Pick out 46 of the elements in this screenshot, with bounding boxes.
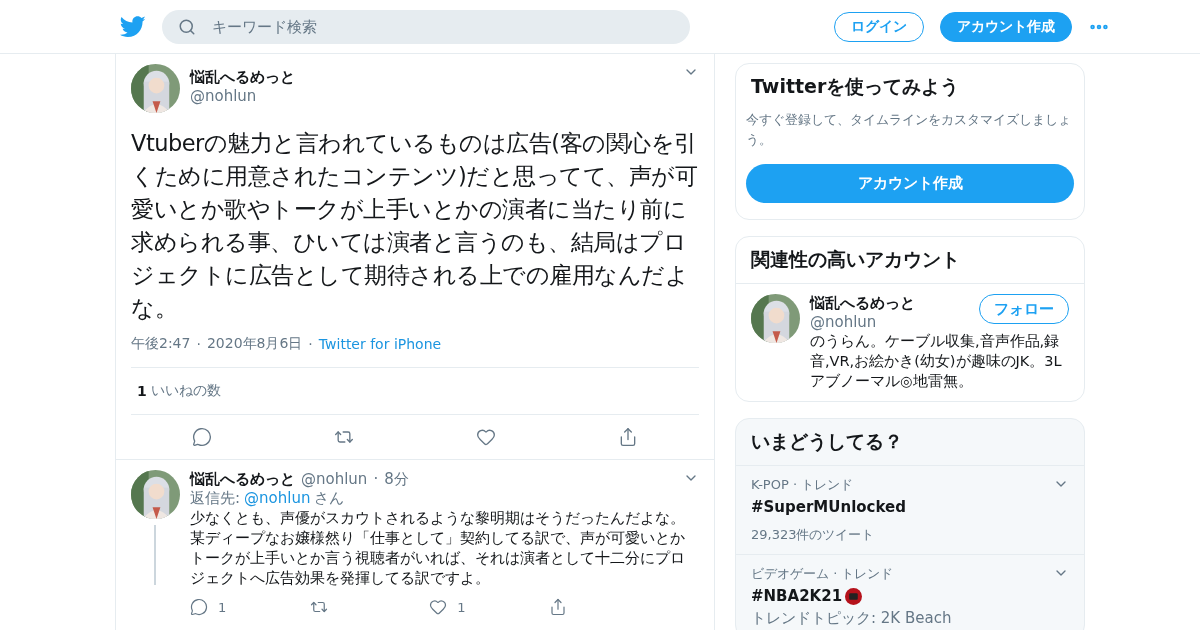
bird-logo-icon[interactable]	[120, 15, 146, 38]
author-name[interactable]: 悩乱へるめっと	[190, 470, 295, 489]
action-count: 1	[218, 599, 227, 615]
tweet-date[interactable]: 2020年8月6日	[206, 335, 303, 353]
tweet-count: 29,323件のツイート	[751, 526, 876, 544]
account-handle[interactable]: @nohlun	[810, 313, 979, 331]
signup-button[interactable]: アカウント作成	[940, 11, 1072, 42]
trend-context: K-POP · トレンド	[751, 476, 854, 494]
login-button[interactable]: ログイン	[834, 11, 924, 42]
separator-dot: ·	[373, 470, 379, 489]
card-title: Twitterを使ってみよう	[750, 74, 961, 99]
reply-to-suffix: さん	[314, 489, 345, 508]
card-title: いまどうしてる？	[750, 429, 904, 454]
account-bio: のうらん。ケーブル収集,音声作品,録音,VR,お絵かき(幼女)が趣味のJK。3Lアブノーマル◎地雷無。	[810, 332, 1063, 391]
reply-to-label: 返信先:	[190, 489, 241, 508]
author-handle[interactable]: @nohlun	[301, 470, 368, 489]
separator-dot: ·	[308, 336, 313, 352]
share-icon[interactable]	[618, 427, 638, 447]
search-icon	[178, 17, 196, 36]
source-link[interactable]: Twitter for iPhone	[318, 336, 442, 352]
account-name[interactable]: 悩乱へるめっと	[810, 294, 979, 313]
reply-icon[interactable]	[190, 598, 208, 616]
tweet-time[interactable]: 8分	[384, 470, 409, 489]
action-count: 1	[457, 599, 466, 615]
share-icon[interactable]	[548, 598, 567, 616]
signup-button[interactable]: アカウント作成	[746, 164, 1074, 203]
search-field[interactable]: キーワード検索	[162, 9, 690, 44]
like-icon[interactable]	[429, 598, 448, 616]
follow-button[interactable]: フォロー	[979, 294, 1069, 324]
trend-topic: トレンドトピック: 2K Beach	[751, 609, 953, 628]
like-count[interactable]: 1	[137, 383, 147, 399]
reply-icon[interactable]	[192, 427, 212, 447]
separator-dot: ·	[196, 336, 201, 352]
like-icon[interactable]	[476, 427, 496, 447]
reply-text: 少なくとも、声優がスカウトされるような黎明期はそうだったんだよな。某ディープなお嬢様然り「仕事として」契約してる訳で、声が可愛いとかトークが上手いとか言う視聴者がいれば、それは演者として十二分にプロジェクトへ広告効果を発揮してる訳ですよ。	[190, 509, 686, 588]
tweet-time[interactable]: 午後2:47	[131, 335, 191, 353]
card-title: 関連性の高いアカウント	[750, 247, 961, 272]
card-description: 今すぐ登録して、タイムラインをカスタマイズしましょう。	[745, 111, 1072, 149]
author-name[interactable]: 悩乱へるめっと	[190, 68, 673, 87]
tweet-text: Vtuberの魅力と言われているものは広告(客の関心を引くために用意されたコンテンツ)だと思ってて、声が可愛いとか歌やトークが上手いとかの演者に当たり前に求められる事、ひいては演者と言うのも、結局はプロジェクトに広告として期待される上での雇用なんだよな。	[131, 129, 699, 323]
trend-context: ビデオゲーム · トレンド	[751, 565, 894, 583]
trend-name[interactable]: #SuperMUnlocked	[751, 498, 1069, 516]
likes-label[interactable]: いいねの数	[150, 382, 221, 400]
trend-name[interactable]: #NBA2K21	[751, 587, 1069, 605]
reply-to-link[interactable]: @nohlun	[244, 489, 311, 508]
author-handle[interactable]: @nohlun	[190, 87, 673, 105]
